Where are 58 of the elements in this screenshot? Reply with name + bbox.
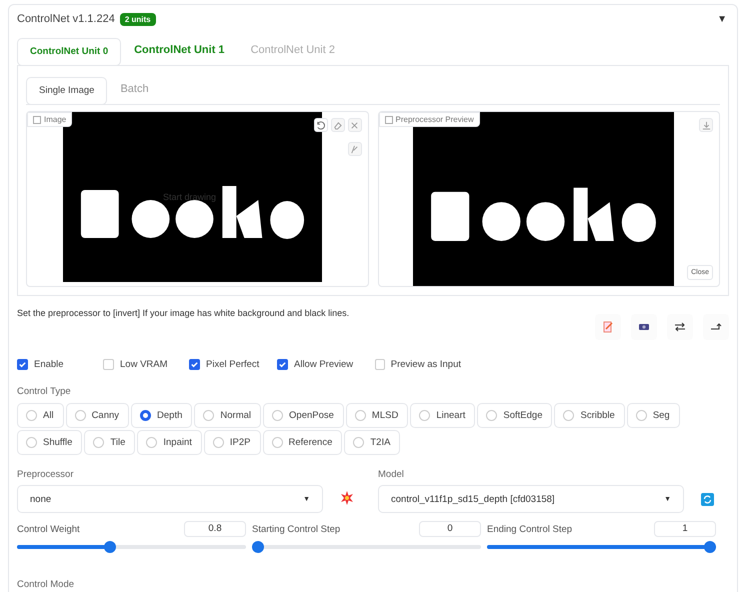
- number-input[interactable]: 1: [654, 521, 716, 537]
- control-type-option[interactable]: Tile: [84, 430, 136, 455]
- preview-label: Preprocessor Preview: [378, 112, 480, 127]
- unit-tab[interactable]: ControlNet Unit 0: [17, 38, 122, 66]
- slider-label: Control Weight: [17, 524, 80, 534]
- control-type-option[interactable]: Inpaint: [137, 430, 202, 455]
- swap-icon[interactable]: [667, 314, 693, 340]
- control-type-option[interactable]: All: [17, 403, 64, 428]
- option-checkbox[interactable]: Low VRAM: [103, 358, 189, 370]
- control-type-option[interactable]: Depth: [131, 403, 192, 428]
- number-input[interactable]: 0: [419, 521, 481, 537]
- camera-icon[interactable]: [631, 314, 657, 340]
- hint-text: Set the preprocessor to [invert] If your image has white background and black lines.: [17, 308, 350, 318]
- option-checkbox[interactable]: Enable: [17, 358, 103, 370]
- download-icon[interactable]: [699, 118, 713, 132]
- image-icon: [384, 116, 392, 124]
- unit-tab[interactable]: ControlNet Unit 1: [121, 33, 238, 66]
- image-icon: [33, 116, 41, 124]
- checkbox[interactable]: [17, 358, 28, 370]
- control-type-option[interactable]: Normal: [194, 403, 262, 428]
- close-icon[interactable]: [348, 118, 362, 132]
- control-type-option[interactable]: SoftEdge: [477, 403, 552, 428]
- panel-title: ControlNet v1.1.224: [17, 13, 115, 25]
- units-badge: 2 units: [120, 12, 156, 26]
- undo-icon[interactable]: [314, 118, 328, 132]
- checkbox[interactable]: [277, 358, 288, 370]
- control-type-option[interactable]: Seg: [626, 403, 680, 428]
- option-checkbox[interactable]: Pixel Perfect: [189, 358, 277, 370]
- control-type-option[interactable]: OpenPose: [263, 403, 344, 428]
- control-type-option[interactable]: Scribble: [554, 403, 625, 428]
- control-type-option[interactable]: Shuffle: [17, 430, 82, 455]
- checkbox[interactable]: [189, 358, 200, 370]
- control-type-option[interactable]: Reference: [262, 430, 342, 455]
- edit-icon[interactable]: [595, 314, 621, 340]
- option-checkbox[interactable]: Allow Preview: [277, 358, 375, 370]
- option-checkbox[interactable]: Preview as Input: [375, 358, 461, 370]
- slider[interactable]: [252, 541, 481, 553]
- control-type-option[interactable]: MLSD: [346, 403, 408, 428]
- image-label: Image: [27, 112, 72, 127]
- control-type-option[interactable]: T2IA: [344, 430, 400, 455]
- refresh-icon[interactable]: [701, 493, 714, 506]
- control-type-option[interactable]: Lineart: [410, 403, 476, 428]
- field-label: Preprocessor: [17, 469, 74, 480]
- slider-label: Ending Control Step: [487, 524, 572, 534]
- number-input[interactable]: 0.8: [184, 521, 246, 537]
- slider[interactable]: [17, 541, 246, 553]
- slider-label: Starting Control Step: [252, 524, 340, 534]
- section-label: Control Mode: [17, 579, 76, 591]
- control-type-option[interactable]: IP2P: [204, 430, 261, 455]
- collapse-toggle[interactable]: ▼: [717, 14, 727, 24]
- field-label: Model: [378, 469, 405, 480]
- explosion-icon[interactable]: [340, 491, 354, 505]
- image-tab[interactable]: Single Image: [26, 77, 108, 105]
- section-label: Control Type: [17, 386, 72, 397]
- control-type-option[interactable]: Canny: [66, 403, 130, 428]
- radio-button[interactable]: [140, 410, 152, 421]
- slider[interactable]: [487, 541, 716, 553]
- brush-icon[interactable]: [348, 142, 362, 156]
